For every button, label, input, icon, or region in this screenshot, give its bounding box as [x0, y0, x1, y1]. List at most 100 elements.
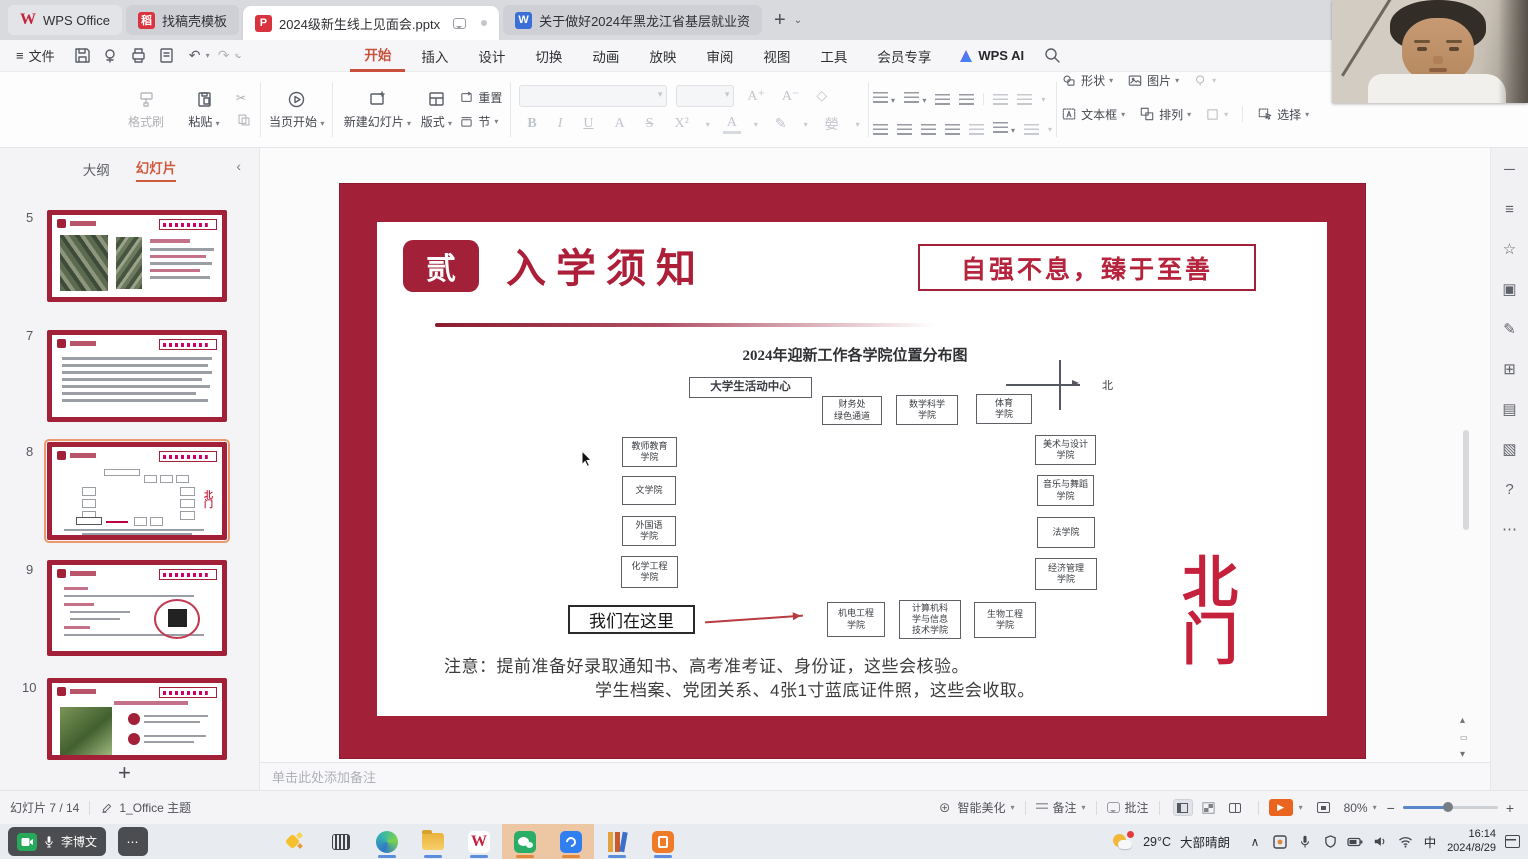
- highlight-color-icon[interactable]: ✎: [771, 116, 791, 133]
- undo-button[interactable]: ↶: [183, 45, 207, 67]
- search-icon[interactable]: [1040, 45, 1064, 67]
- building-finance[interactable]: 财务处 绿色通道: [822, 396, 882, 425]
- building-computer[interactable]: 计算机科 学与信息 技术学院: [899, 600, 961, 639]
- skin-theme-icon[interactable]: ▧: [1502, 442, 1516, 457]
- speaker-notes-bar[interactable]: 单击此处添加备注: [260, 762, 1490, 790]
- tab-view[interactable]: 视图: [749, 41, 804, 71]
- edge-browser-icon[interactable]: [364, 824, 410, 859]
- slide-5-thumbnail[interactable]: [47, 210, 227, 302]
- battery-icon[interactable]: [1347, 834, 1363, 850]
- picture-button[interactable]: 图片 ▾: [1127, 72, 1179, 89]
- notebook-icon[interactable]: ▤: [1502, 402, 1516, 417]
- building-bio-eng[interactable]: 生物工程 学院: [974, 602, 1036, 638]
- smart-beautify-button[interactable]: 智能美化 ▾: [938, 799, 1014, 816]
- align-right-icon[interactable]: [921, 124, 936, 135]
- tab-slideshow[interactable]: 放映: [635, 41, 690, 71]
- section-button[interactable]: 节 ▾: [459, 113, 502, 130]
- meeting-app-icon[interactable]: [548, 824, 594, 859]
- chapter-badge[interactable]: 贰: [403, 240, 479, 292]
- slide-layout-button[interactable]: 版式 ▾: [419, 89, 453, 130]
- shapes-button[interactable]: 形状 ▾: [1061, 72, 1113, 89]
- building-law[interactable]: 法学院: [1037, 517, 1095, 548]
- bold-button[interactable]: B: [523, 116, 540, 132]
- arrange-button[interactable]: 排列 ▾: [1139, 106, 1191, 123]
- justify-icon[interactable]: [945, 124, 960, 135]
- slides-tab[interactable]: 幻灯片: [136, 157, 177, 182]
- clear-format-icon[interactable]: ◇: [812, 88, 831, 105]
- task-view-icon[interactable]: [318, 824, 364, 859]
- zoom-out-button[interactable]: −: [1387, 800, 1395, 816]
- zoom-level[interactable]: 80% ▾: [1344, 801, 1377, 815]
- columns-icon[interactable]: [1024, 124, 1039, 135]
- font-color-button[interactable]: A: [723, 115, 741, 134]
- collapse-rail-icon[interactable]: ─: [1504, 162, 1515, 177]
- font-size-select[interactable]: [676, 85, 734, 107]
- play-from-current-button[interactable]: 当页开始 ▾: [269, 89, 324, 130]
- char-spacing-button[interactable]: A: [611, 116, 629, 132]
- align-text-icon[interactable]: [1017, 94, 1032, 105]
- redo-button[interactable]: ↷: [212, 45, 236, 67]
- favorites-star-icon[interactable]: ☆: [1503, 242, 1516, 257]
- building-activity-center[interactable]: 大学生活动中心: [689, 377, 812, 398]
- new-tab-button[interactable]: +: [766, 9, 794, 32]
- tab-insert[interactable]: 插入: [407, 41, 462, 71]
- zoom-in-button[interactable]: +: [1506, 800, 1514, 816]
- building-sports[interactable]: 体育 学院: [976, 394, 1032, 424]
- format-painter-button[interactable]: 格式刷: [120, 89, 172, 130]
- north-gate-label[interactable]: 北门: [1182, 556, 1246, 670]
- collapse-panel-icon[interactable]: ‹: [236, 158, 241, 174]
- normal-view-button[interactable]: [1173, 799, 1193, 816]
- wechat-app-icon[interactable]: [502, 824, 548, 859]
- store-app-icon[interactable]: [640, 824, 686, 859]
- note-line-1[interactable]: 注意：提前准备好录取通知书、高考准考证、身份证，这些会核验。: [444, 652, 969, 677]
- weather-temp[interactable]: 29°C: [1143, 835, 1171, 849]
- tab-home[interactable]: 开始: [350, 39, 405, 72]
- strikethrough-button[interactable]: S: [642, 116, 658, 132]
- align-center-icon[interactable]: [897, 124, 912, 135]
- reset-slide-button[interactable]: 重置: [459, 89, 502, 106]
- file-explorer-icon[interactable]: [410, 824, 456, 859]
- volume-icon[interactable]: [1372, 834, 1388, 850]
- redo-chevron-icon[interactable]: ▾: [235, 51, 239, 60]
- notification-center-icon[interactable]: [1505, 835, 1520, 848]
- file-menu-button[interactable]: ≡ 文件: [0, 46, 69, 65]
- widgets-sparkle-icon[interactable]: [272, 824, 318, 859]
- next-slide-button[interactable]: ▾: [1460, 750, 1465, 760]
- tab-member[interactable]: 会员专享: [863, 41, 945, 71]
- new-slide-button[interactable]: 新建幻灯片 ▾: [341, 89, 413, 130]
- text-direction-icon[interactable]: [993, 94, 1008, 105]
- building-teacher-edu[interactable]: 教师教育 学院: [622, 437, 677, 467]
- template-doc-tab[interactable]: 稻 找稿壳模板: [126, 5, 239, 35]
- font-family-select[interactable]: [519, 85, 667, 107]
- fit-to-window-icon[interactable]: [1317, 802, 1330, 813]
- paste-button[interactable]: 粘贴 ▾: [178, 89, 230, 130]
- note-line-2[interactable]: 学生档案、党团关系、4张1寸蓝底证件照，这些会收取。: [595, 676, 1035, 701]
- tray-expand-icon[interactable]: ∧: [1247, 834, 1263, 850]
- zoom-slider-thumb[interactable]: [1443, 802, 1453, 812]
- slide-7-thumbnail[interactable]: [47, 330, 227, 422]
- more-options-icon[interactable]: ⋯: [1502, 522, 1517, 537]
- weather-desc[interactable]: 大部晴朗: [1180, 832, 1230, 851]
- wps-home-tab[interactable]: W WPS Office: [8, 5, 122, 35]
- underline-button[interactable]: U: [579, 116, 597, 132]
- word-doc-tab[interactable]: W 关于做好2024年黑龙江省基层就业资: [503, 5, 762, 35]
- slide-10-thumbnail[interactable]: [47, 678, 227, 760]
- text-effects-icon[interactable]: 嫈: [821, 114, 843, 134]
- export-pdf-button[interactable]: [99, 45, 123, 67]
- tab-animation[interactable]: 动画: [578, 41, 633, 71]
- we-are-here-box[interactable]: 我们在这里: [568, 605, 695, 634]
- slide-9-thumbnail[interactable]: [47, 560, 227, 656]
- properties-icon[interactable]: ≡: [1505, 202, 1514, 217]
- slide-motto-box[interactable]: 自强不息，臻于至善: [918, 244, 1256, 291]
- meeting-control-pill[interactable]: 李博文: [8, 827, 106, 856]
- fill-color-icon[interactable]: ▾: [1193, 73, 1216, 88]
- notes-button[interactable]: 备注 ▾: [1036, 799, 1086, 816]
- wps-app-icon[interactable]: W: [456, 824, 502, 859]
- network-wifi-icon[interactable]: [1397, 834, 1413, 850]
- italic-button[interactable]: I: [554, 116, 567, 132]
- slideshow-play-button[interactable]: ▶: [1269, 799, 1293, 816]
- reading-view-button[interactable]: [1225, 799, 1245, 816]
- comment-bubble-icon[interactable]: [453, 18, 466, 29]
- copy-icon[interactable]: [236, 112, 252, 128]
- library-app-icon[interactable]: [594, 824, 640, 859]
